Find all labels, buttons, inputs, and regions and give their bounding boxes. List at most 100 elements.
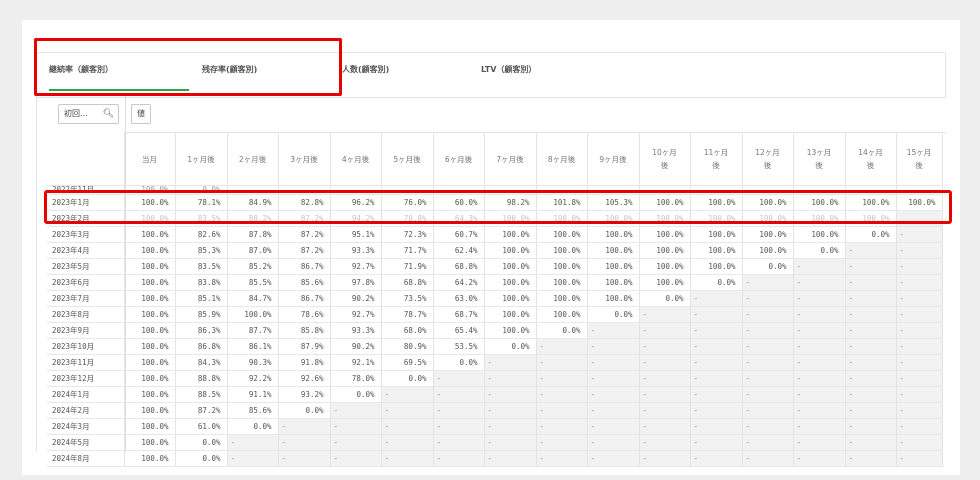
table-cell: 100.0% <box>536 274 588 291</box>
table-cell: - <box>896 354 943 371</box>
column-header[interactable]: 11ヶ月後 <box>690 133 743 186</box>
table-cell: - <box>793 354 846 371</box>
table-cell: 100.0% <box>536 306 588 323</box>
table-cell: 93.3% <box>330 242 382 259</box>
table-cell: 100.0% <box>536 242 588 259</box>
table-cell <box>227 185 279 195</box>
column-header[interactable]: 3ヶ月後 <box>278 133 331 186</box>
table-cell: 85.8% <box>278 322 331 339</box>
table-cell: 100.0% <box>124 450 176 467</box>
table-cell: 85.1% <box>175 290 228 307</box>
table-cell: - <box>587 354 640 371</box>
table-cell <box>793 185 846 195</box>
table-cell: 100.0% <box>639 258 691 275</box>
column-header[interactable]: 7ヶ月後 <box>484 133 537 186</box>
table-cell: 0.0% <box>536 322 588 339</box>
table-cell: 0.0% <box>278 402 331 419</box>
table-cell: - <box>536 338 588 355</box>
tab-retention-rate[interactable]: 継続率（顧客別） <box>49 53 189 91</box>
table-cell: 87.2% <box>278 210 331 227</box>
column-header[interactable]: 6ヶ月後 <box>433 133 485 186</box>
table-cell: - <box>587 450 640 467</box>
tab-bar: 継続率（顧客別） 残存率(顧客別) 人数(顧客別) LTV（顧客別） <box>36 52 946 98</box>
table-cell: - <box>742 306 794 323</box>
column-header[interactable]: 4ヶ月後 <box>330 133 382 186</box>
column-header[interactable]: 当月 <box>124 133 176 186</box>
table-cell: - <box>381 386 434 403</box>
table-row: 2023年8月 100.0% 85.9% 100.0% 78.6% 92.7% 78.7% 6… <box>47 306 943 323</box>
table-cell: 0.0% <box>330 386 382 403</box>
table-cell: - <box>536 450 588 467</box>
column-header[interactable]: 9ヶ月後 <box>587 133 640 186</box>
table-cell: 83.8% <box>175 274 228 291</box>
table-cell: - <box>690 322 743 339</box>
column-header[interactable]: 2ヶ月後 <box>227 133 279 186</box>
tab-label: 人数(顧客別) <box>342 65 390 74</box>
table-cell: - <box>845 386 897 403</box>
row-label: 2022年11月 <box>47 185 125 195</box>
tab-label: 継続率（顧客別） <box>49 65 113 74</box>
table-cell: 97.8% <box>330 274 382 291</box>
column-header[interactable]: 13ヶ月後 <box>793 133 846 186</box>
table-cell <box>896 185 943 195</box>
column-header[interactable]: 5ヶ月後 <box>381 133 434 186</box>
table-cell: 100.0% <box>690 258 743 275</box>
table-cell: 0.0% <box>690 274 743 291</box>
table-cell <box>433 185 485 195</box>
tab-survival-rate[interactable]: 残存率(顧客別) <box>202 53 322 97</box>
table-cell: 0.0% <box>433 354 485 371</box>
value-toggle-button[interactable]: 値 <box>131 104 151 124</box>
table-cell: - <box>845 274 897 291</box>
table-row: 2023年3月 100.0% 82.6% 87.8% 87.2% 95.1% 72.3% 60… <box>47 226 943 243</box>
column-header[interactable]: 12ヶ月後 <box>742 133 794 186</box>
table-cell <box>330 185 382 195</box>
table-cell: 71.9% <box>381 258 434 275</box>
table-cell: 100.0% <box>587 258 640 275</box>
table-cell: - <box>227 434 279 451</box>
table-cell: 73.5% <box>381 290 434 307</box>
table-cell: 69.5% <box>381 354 434 371</box>
table-cell: 94.2% <box>330 210 382 227</box>
table-cell: - <box>742 418 794 435</box>
table-cell: 80.9% <box>381 338 434 355</box>
table-cell: 100.0% <box>124 194 176 211</box>
table-cell: - <box>845 242 897 259</box>
table-cell: - <box>330 434 382 451</box>
table-cell: 0.0% <box>587 306 640 323</box>
table-cell: 100.0% <box>536 210 588 227</box>
table-cell: - <box>433 418 485 435</box>
table-cell: 100.0% <box>690 210 743 227</box>
table-cell: - <box>484 386 537 403</box>
row-label: 2024年2月 <box>47 402 125 419</box>
table-cell: - <box>484 402 537 419</box>
table-cell: 100.0% <box>896 194 943 211</box>
table-cell: 100.0% <box>793 226 846 243</box>
table-cell: - <box>896 258 943 275</box>
table-row: 2023年11月 100.0% 84.3% 90.3% 91.8% 92.1% 69.5% 0… <box>47 354 943 371</box>
table-cell: 100.0% <box>742 226 794 243</box>
table-cell: - <box>690 370 743 387</box>
table-cell: - <box>690 402 743 419</box>
column-header[interactable]: 14ヶ月後 <box>845 133 897 186</box>
column-header[interactable]: 15ヶ月後 <box>896 133 943 186</box>
table-cell: - <box>896 290 943 307</box>
tab-customer-count[interactable]: 人数(顧客別) <box>342 53 462 97</box>
table-cell: 100.0% <box>484 306 537 323</box>
table-cell: 0.0% <box>175 450 228 467</box>
table-cell: 0.0% <box>175 185 228 195</box>
retention-table: 当月 1ヶ月後 2ヶ月後 3ヶ月後 4ヶ月後 5ヶ月後 6ヶ月後 7ヶ月後 8ヶ月後 9ヶ月後 10… <box>47 133 943 467</box>
table-cell: - <box>845 258 897 275</box>
table-cell: 68.8% <box>433 258 485 275</box>
column-header[interactable]: 10ヶ月後 <box>639 133 691 186</box>
table-cell: 100.0% <box>124 226 176 243</box>
table-cell: - <box>484 434 537 451</box>
table-cell: 0.0% <box>742 258 794 275</box>
table-cell: - <box>845 370 897 387</box>
table-cell: - <box>639 418 691 435</box>
column-header[interactable]: 1ヶ月後 <box>175 133 228 186</box>
table-cell: - <box>742 402 794 419</box>
table-cell: 87.2% <box>278 242 331 259</box>
table-cell: 100.0% <box>742 194 794 211</box>
column-header[interactable]: 8ヶ月後 <box>536 133 588 186</box>
tab-ltv[interactable]: LTV（顧客別） <box>481 53 601 97</box>
